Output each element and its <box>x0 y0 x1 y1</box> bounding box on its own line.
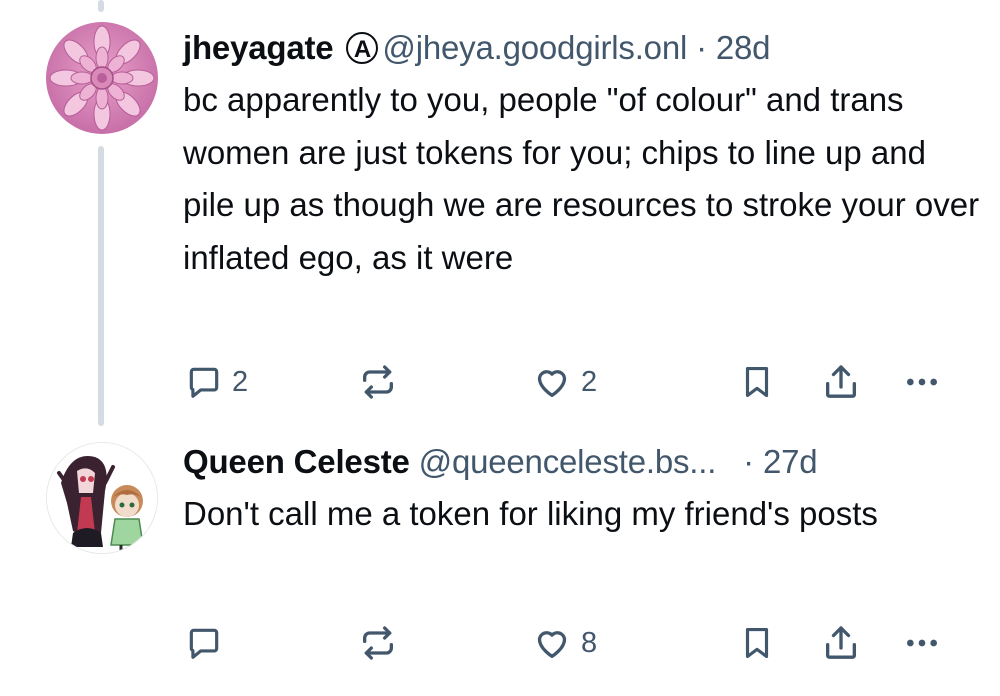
bookmark-button[interactable] <box>738 362 776 402</box>
display-name[interactable]: Queen Celeste <box>183 443 410 480</box>
repost-icon <box>363 365 393 399</box>
bookmark-icon <box>745 627 769 659</box>
post-2[interactable]: Queen Celeste @queenceleste.bs... · 27d … <box>0 430 1000 696</box>
more-icon <box>907 378 937 386</box>
like-button[interactable]: 8 <box>532 623 597 663</box>
avatar[interactable] <box>46 22 158 134</box>
reply-button[interactable] <box>185 623 232 663</box>
like-count: 2 <box>581 365 598 398</box>
like-button[interactable]: 2 <box>532 362 597 402</box>
timestamp[interactable]: 27d <box>763 443 818 480</box>
bookmark-button[interactable] <box>738 623 776 663</box>
more-icon <box>907 639 937 647</box>
handle[interactable]: @queenceleste.bs... <box>419 443 717 480</box>
action-bar: 2 2 <box>0 362 1000 402</box>
like-icon <box>537 370 567 397</box>
post-header: Queen Celeste @queenceleste.bs... · 27d <box>183 442 980 482</box>
reply-count: 2 <box>232 365 249 398</box>
separator: · <box>743 443 754 480</box>
repost-button[interactable] <box>358 362 398 402</box>
verified-badge-icon[interactable]: A <box>346 32 379 64</box>
repost-icon <box>363 626 393 660</box>
reply-icon <box>189 367 219 398</box>
post-text: Don't call me a token for liking my frie… <box>183 495 878 532</box>
pink-flower-avatar-icon <box>46 22 158 134</box>
reply-button[interactable]: 2 <box>185 362 248 402</box>
reply-icon <box>189 628 219 659</box>
separator: · <box>696 29 707 66</box>
post-1[interactable]: jheyagate A @jheya.goodgirls.onl · 28d bc… <box>0 0 1000 430</box>
timestamp[interactable]: 28d <box>716 29 771 66</box>
display-name[interactable]: jheyagate <box>183 29 334 66</box>
share-button[interactable] <box>821 362 861 402</box>
handle[interactable]: @jheya.goodgirls.onl <box>382 29 687 66</box>
more-button[interactable] <box>902 362 942 402</box>
share-icon <box>826 365 856 398</box>
more-button[interactable] <box>902 623 942 663</box>
share-button[interactable] <box>821 623 861 663</box>
bookmark-icon <box>745 366 769 398</box>
post-header: jheyagate A @jheya.goodgirls.onl · 28d <box>183 28 980 68</box>
post-text: bc apparently to you, people "of colour"… <box>183 81 980 276</box>
like-count: 8 <box>581 626 598 659</box>
share-icon <box>826 626 856 659</box>
action-bar: 8 <box>0 623 1000 663</box>
like-icon <box>537 631 567 658</box>
avatar[interactable] <box>46 442 158 554</box>
anime-characters-avatar-icon <box>47 443 157 553</box>
repost-button[interactable] <box>358 623 398 663</box>
